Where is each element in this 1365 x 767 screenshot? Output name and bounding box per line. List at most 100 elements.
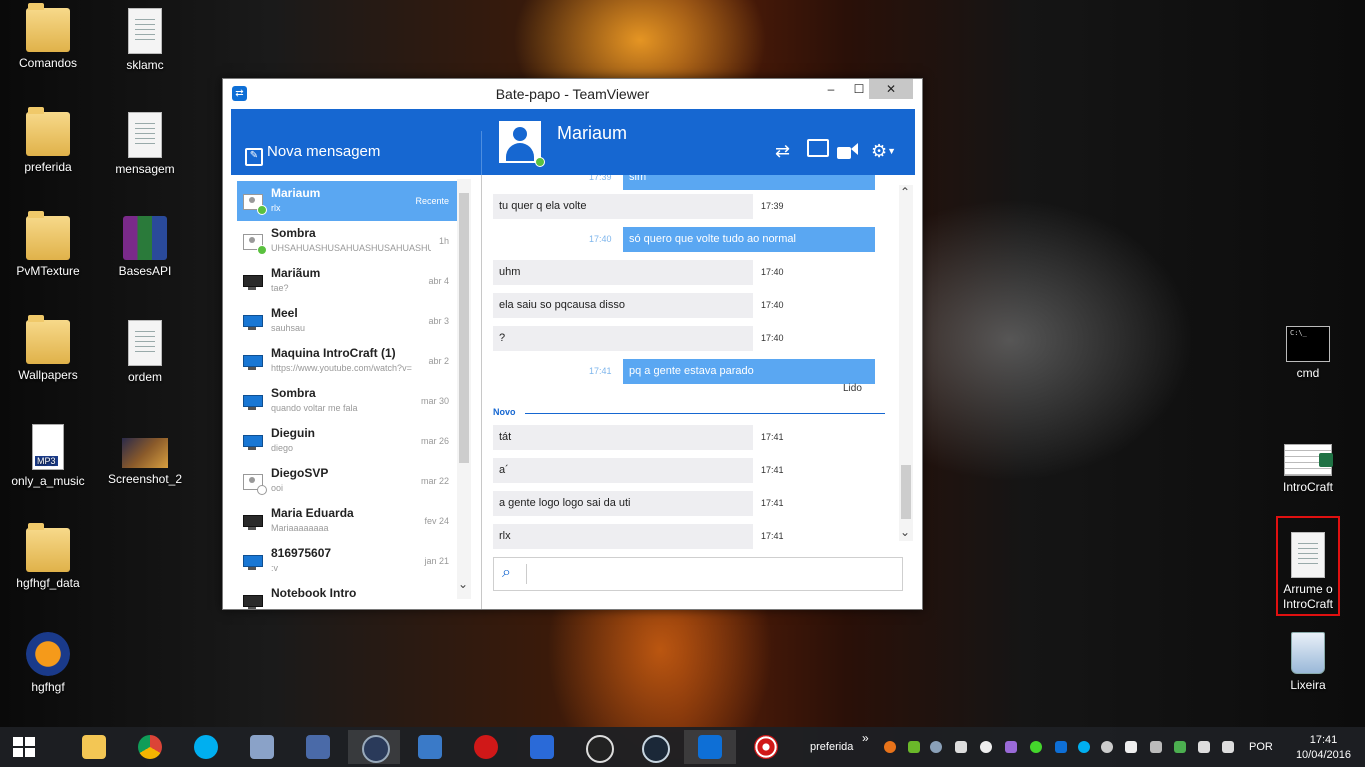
desktop-icon-hgfhgf[interactable]: hgfhgf xyxy=(0,632,96,695)
conversation-item[interactable]: Mariãum tae? abr 4 xyxy=(237,261,457,301)
online-status-icon xyxy=(535,157,545,167)
toolbar-label[interactable]: preferida xyxy=(810,741,853,753)
desktop-icon-label: BasesAPI xyxy=(118,264,172,278)
folder-icon xyxy=(82,735,106,759)
conversation-time: fev 24 xyxy=(424,516,449,526)
conversation-time: jan 21 xyxy=(424,556,449,566)
message-bubble-incoming: ela saiu so pqcausa disso xyxy=(493,293,753,318)
conversation-preview: tae? xyxy=(271,283,289,293)
conversation-item[interactable]: 816975607 :v jan 21 xyxy=(237,541,457,581)
tray-teamviewer-icon[interactable] xyxy=(1055,741,1067,753)
conversation-item[interactable]: Mariaum rlx Recente xyxy=(237,181,457,221)
conversation-preview: :v xyxy=(271,563,279,573)
conversation-name: Sombra xyxy=(271,386,316,400)
new-message-button[interactable]: ✎ Nova mensagem xyxy=(245,143,380,166)
conversation-name: 816975607 xyxy=(271,546,332,560)
tray-flag-icon[interactable] xyxy=(1125,741,1137,753)
scrollbar-thumb[interactable] xyxy=(901,465,911,519)
taskbar-teamviewer[interactable] xyxy=(684,730,736,764)
conversation-item[interactable]: Notebook Intro xyxy=(237,581,457,609)
input-language[interactable]: POR xyxy=(1249,741,1273,753)
tray-steam-icon[interactable] xyxy=(930,741,942,753)
taskbar-record[interactable] xyxy=(460,730,512,764)
taskbar-control-panel[interactable] xyxy=(404,730,456,764)
tray-green-app-icon[interactable] xyxy=(908,741,920,753)
scroll-down-icon[interactable]: ⌄ xyxy=(458,577,468,591)
file-transfer-icon[interactable]: ⇄ xyxy=(775,141,790,162)
attachment-icon[interactable]: ⌕ xyxy=(502,564,511,582)
desktop-icon-arrume-o-introcraft[interactable]: Arrume o IntroCraft xyxy=(1260,532,1356,612)
online-status-icon xyxy=(257,245,267,255)
window-titlebar[interactable]: ⇄ Bate-papo - TeamViewer – ☐ ✕ xyxy=(223,79,922,109)
start-button[interactable] xyxy=(0,730,48,764)
tray-obs-icon[interactable] xyxy=(1101,741,1113,753)
taskbar-chrome[interactable] xyxy=(124,730,176,764)
conversation-item[interactable]: Maria Eduarda Mariaaaaaaaa fev 24 xyxy=(237,501,457,541)
message-history-scrollbar[interactable]: ⌃ ⌄ xyxy=(899,185,913,541)
message-input[interactable] xyxy=(532,562,896,586)
scroll-up-icon[interactable]: ⌃ xyxy=(900,185,910,199)
message-time: 17:41 xyxy=(761,465,784,475)
taskbar-file-explorer[interactable] xyxy=(68,730,120,764)
conversation-item[interactable]: Dieguin diego mar 26 xyxy=(237,421,457,461)
desktop-icon-basesapi[interactable]: BasesAPI xyxy=(97,216,193,279)
tray-razer-icon[interactable] xyxy=(1030,741,1042,753)
tray-windows-icon[interactable] xyxy=(955,741,967,753)
desktop-icon-lixeira[interactable]: Lixeira xyxy=(1260,632,1356,693)
chat-header: ✎ Nova mensagem Mariaum ⇄ ⚙▼ xyxy=(231,109,915,175)
desktop-icon-screenshot-2[interactable]: Screenshot_2 xyxy=(97,424,193,487)
conversation-item[interactable]: DiegoSVP ooi mar 22 xyxy=(237,461,457,501)
message-composer: ⌕ xyxy=(493,557,903,591)
chrome-icon xyxy=(138,735,162,759)
taskbar-steam[interactable] xyxy=(628,730,680,764)
clock-date: 10/04/2016 xyxy=(1295,749,1351,761)
settings-gear-icon[interactable]: ⚙▼ xyxy=(871,141,896,162)
scroll-down-icon[interactable]: ⌄ xyxy=(900,525,910,539)
taskbar-connection-app[interactable] xyxy=(292,730,344,764)
system-clock[interactable]: 17:41 10/04/2016 xyxy=(1296,733,1351,763)
tray-flame-icon[interactable] xyxy=(884,741,896,753)
remote-control-icon[interactable] xyxy=(807,139,829,162)
conversation-item[interactable]: Sombra UHSAHUASHUSAHUASHUSAHUASHUSAHUAS … xyxy=(237,221,457,261)
desktop-icon-wallpapers[interactable]: Wallpapers xyxy=(0,315,96,383)
tray-skype-icon[interactable] xyxy=(1078,741,1090,753)
tray-feather-icon[interactable] xyxy=(1005,741,1017,753)
taskbar-target-app[interactable] xyxy=(740,730,792,764)
desktop-icon-label: ordem xyxy=(127,370,162,384)
cmd-icon: C:\_ xyxy=(1286,326,1330,362)
taskbar-media-player[interactable] xyxy=(516,730,568,764)
conversation-list-scrollbar[interactable]: ⌄ xyxy=(457,179,471,599)
volume-icon[interactable] xyxy=(1222,741,1234,753)
message-time: 17:41 xyxy=(761,432,784,442)
desktop-icon-hgfhgf-data[interactable]: hgfhgf_data xyxy=(0,523,96,591)
scrollbar-thumb[interactable] xyxy=(459,193,469,463)
desktop-icon-cmd[interactable]: C:\_ cmd xyxy=(1260,320,1356,381)
video-call-icon[interactable] xyxy=(837,143,858,164)
taskbar-network-app[interactable] xyxy=(236,730,288,764)
desktop-icon-mensagem[interactable]: mensagem xyxy=(97,112,193,177)
network-icon[interactable] xyxy=(1198,741,1210,753)
taskbar-teamspeak[interactable] xyxy=(348,730,400,764)
toolbar-chevron-icon[interactable]: » xyxy=(862,731,869,745)
desktop-icon-only-a-music[interactable]: MP3 only_a_music xyxy=(0,424,96,489)
tray-check-icon[interactable] xyxy=(1174,741,1186,753)
desktop-icon-ordem[interactable]: ordem xyxy=(97,320,193,385)
tray-wrench-icon[interactable] xyxy=(1150,741,1162,753)
message-time: 17:39 xyxy=(589,175,612,182)
desktop-icon-introcraft[interactable]: IntroCraft xyxy=(1260,432,1356,495)
conversation-item[interactable]: Maquina IntroCraft (1) https://www.youtu… xyxy=(237,341,457,381)
desktop-icon-comandos[interactable]: Comandos xyxy=(0,3,96,71)
desktop-icon-preferida[interactable]: preferida xyxy=(0,107,96,175)
conversation-time: 1h xyxy=(438,236,449,246)
conversation-item[interactable]: Meel sauhsau abr 3 xyxy=(237,301,457,341)
taskbar-skype[interactable] xyxy=(180,730,232,764)
conversation-item[interactable]: Sombra quando voltar me fala mar 30 xyxy=(237,381,457,421)
desktop-icon-pvmtexture[interactable]: PvMTexture xyxy=(0,211,96,279)
tray-cloud-icon[interactable] xyxy=(980,741,992,753)
folder-icon xyxy=(26,211,70,260)
conversation-time: abr 3 xyxy=(428,316,449,326)
taskbar-obs[interactable] xyxy=(572,730,624,764)
desktop-icon-sklamc[interactable]: sklamc xyxy=(97,8,193,73)
text-file-icon xyxy=(1291,532,1325,578)
close-button[interactable]: ✕ xyxy=(869,79,913,99)
